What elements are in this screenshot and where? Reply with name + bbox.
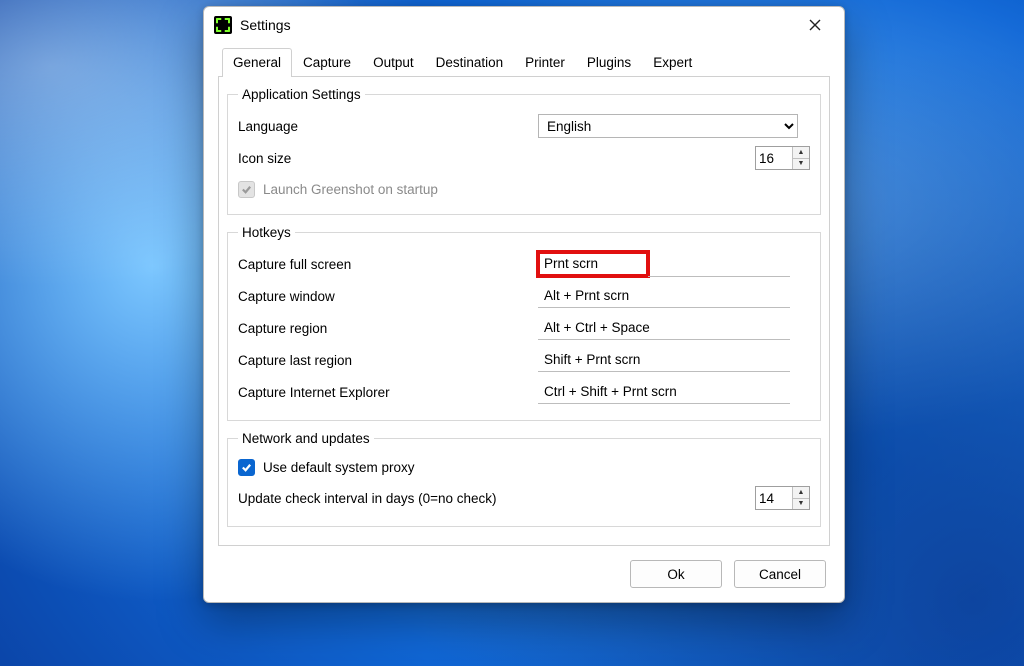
greenshot-icon: [214, 16, 232, 34]
spinner-up-icon[interactable]: ▲: [793, 147, 809, 159]
hotkey-label: Capture last region: [238, 353, 538, 368]
icon-size-spinner[interactable]: ▲ ▼: [755, 146, 810, 170]
hotkey-label: Capture full screen: [238, 257, 538, 272]
row-language: Language English: [238, 112, 810, 140]
ok-button[interactable]: Ok: [630, 560, 722, 588]
update-interval-spinner[interactable]: ▲ ▼: [755, 486, 810, 510]
hotkey-input[interactable]: [538, 252, 648, 276]
row-update-interval: Update check interval in days (0=no chec…: [238, 484, 810, 512]
spinner-up-icon[interactable]: ▲: [793, 487, 809, 499]
spinner-down-icon[interactable]: ▼: [793, 499, 809, 510]
cancel-button[interactable]: Cancel: [734, 560, 826, 588]
tab-plugins[interactable]: Plugins: [576, 48, 642, 77]
group-application-settings: Application Settings Language English Ic…: [227, 87, 821, 215]
use-proxy-checkbox[interactable]: [238, 459, 255, 476]
row-launch-startup: Launch Greenshot on startup: [238, 176, 810, 202]
update-interval-label: Update check interval in days (0=no chec…: [238, 491, 598, 506]
hotkey-label: Capture Internet Explorer: [238, 385, 538, 400]
update-interval-input[interactable]: [756, 487, 792, 509]
titlebar[interactable]: Settings: [204, 7, 844, 43]
hotkey-input[interactable]: [538, 316, 790, 340]
hotkey-row: Capture window: [238, 282, 810, 310]
icon-size-input[interactable]: [756, 147, 792, 169]
tab-general[interactable]: General: [222, 48, 292, 77]
spinner-down-icon[interactable]: ▼: [793, 159, 809, 170]
tab-output[interactable]: Output: [362, 48, 425, 77]
close-icon: [809, 19, 821, 31]
tab-destination[interactable]: Destination: [425, 48, 515, 77]
hotkey-row: Capture Internet Explorer: [238, 378, 810, 406]
checkmark-icon: [241, 462, 252, 473]
checkmark-icon: [241, 184, 252, 195]
close-button[interactable]: [794, 10, 836, 40]
hotkey-label: Capture region: [238, 321, 538, 336]
tab-expert[interactable]: Expert: [642, 48, 703, 77]
group-hotkeys: Hotkeys Capture full screen Capture windo…: [227, 225, 821, 421]
dialog-buttons: Ok Cancel: [218, 546, 830, 590]
hotkey-row: Capture full screen: [238, 250, 810, 278]
group-legend-network: Network and updates: [238, 431, 374, 446]
launch-startup-checkbox: [238, 181, 255, 198]
hotkey-input[interactable]: [538, 284, 790, 308]
settings-window: Settings GeneralCaptureOutputDestination…: [203, 6, 845, 603]
row-icon-size: Icon size ▲ ▼: [238, 144, 810, 172]
group-legend-app: Application Settings: [238, 87, 365, 102]
hotkey-input[interactable]: [538, 348, 790, 372]
tab-page-general: Application Settings Language English Ic…: [218, 77, 830, 546]
group-legend-hotkeys: Hotkeys: [238, 225, 295, 240]
hotkey-row: Capture last region: [238, 346, 810, 374]
language-label: Language: [238, 119, 538, 134]
group-network: Network and updates Use default system p…: [227, 431, 821, 527]
client-area: GeneralCaptureOutputDestinationPrinterPl…: [204, 43, 844, 602]
tab-strip: GeneralCaptureOutputDestinationPrinterPl…: [218, 47, 830, 77]
desktop-background: Settings GeneralCaptureOutputDestination…: [0, 0, 1024, 666]
tab-printer[interactable]: Printer: [514, 48, 576, 77]
launch-startup-label: Launch Greenshot on startup: [263, 182, 438, 197]
tab-capture[interactable]: Capture: [292, 48, 362, 77]
window-title: Settings: [240, 17, 291, 33]
hotkey-label: Capture window: [238, 289, 538, 304]
hotkey-input[interactable]: [538, 380, 790, 404]
row-use-proxy: Use default system proxy: [238, 454, 810, 480]
icon-size-label: Icon size: [238, 151, 538, 166]
hotkey-row: Capture region: [238, 314, 810, 342]
use-proxy-label: Use default system proxy: [263, 460, 415, 475]
language-select[interactable]: English: [538, 114, 798, 138]
